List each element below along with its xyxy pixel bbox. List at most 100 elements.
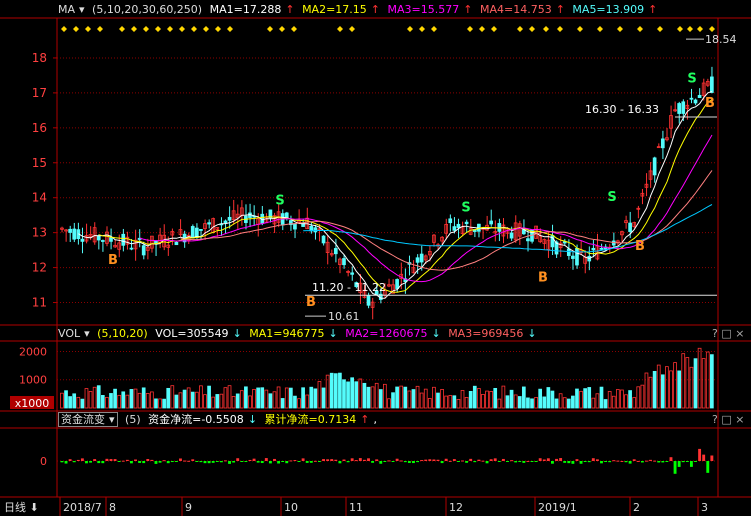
volume-bar xyxy=(338,372,342,409)
flow-bar xyxy=(129,461,133,464)
flow-bar xyxy=(444,458,448,461)
flow-bar xyxy=(526,460,530,462)
volume-bar xyxy=(660,374,665,409)
volume-bar xyxy=(117,394,122,409)
flow-bar xyxy=(215,461,219,462)
flow-bar xyxy=(72,461,76,463)
flow-bar xyxy=(628,461,632,464)
stock-chart[interactable]: 18 17 16 15 14 13 12 11 2000 1000 x1000 0 18.54 10.6… xyxy=(0,0,751,516)
volume-bar xyxy=(84,388,89,409)
candle-body xyxy=(628,222,632,232)
volume-bar xyxy=(550,390,555,409)
volume-bar xyxy=(297,398,301,409)
volume-bar xyxy=(366,386,371,409)
volume-bar xyxy=(248,395,252,409)
volume-bar xyxy=(513,394,518,409)
candle-body xyxy=(80,238,85,242)
x-tick-label: 11 xyxy=(349,501,363,514)
candle-body xyxy=(575,248,579,266)
volume-bar xyxy=(436,392,440,409)
flow-bar xyxy=(354,460,358,462)
signal-diamond xyxy=(337,26,343,32)
signal-diamond xyxy=(687,26,693,32)
volume-bar xyxy=(219,393,224,409)
candle-body xyxy=(366,295,371,306)
flow-bar xyxy=(608,461,612,463)
candle-body xyxy=(697,94,702,98)
candle-body xyxy=(100,240,105,242)
flow-bar xyxy=(309,461,313,463)
volume-bar xyxy=(166,387,171,409)
volume-bar xyxy=(427,398,432,409)
signal-diamond xyxy=(267,26,273,32)
flow-bar xyxy=(518,461,522,462)
flow-bar xyxy=(452,459,456,461)
volume-bar xyxy=(472,385,477,409)
candle-body xyxy=(350,272,354,275)
flow-bar xyxy=(301,458,305,461)
signal-diamond xyxy=(291,26,297,32)
volume-bar xyxy=(268,393,273,409)
y-tick-label: 18 xyxy=(32,51,47,65)
price-annotations: 18.5410.6111.20 - 11.2216.30 - 16.33BSBS… xyxy=(61,26,737,323)
x-tick-label: 2018/7 xyxy=(63,501,102,514)
volume-bar xyxy=(276,386,281,409)
volume-bar xyxy=(362,382,367,409)
flow-bar xyxy=(244,461,248,462)
signal-diamond xyxy=(597,26,603,32)
volume-bar xyxy=(105,396,109,409)
flow-bar xyxy=(710,455,714,461)
flow-bar xyxy=(546,458,550,461)
candle-body xyxy=(321,235,326,244)
flow-bar xyxy=(207,461,211,464)
volume-bar xyxy=(648,376,653,409)
flow-bar xyxy=(657,461,661,463)
flow-bar xyxy=(158,461,162,463)
volume-bar xyxy=(571,395,575,409)
volume-bar xyxy=(468,390,473,409)
buy-marker: B xyxy=(538,271,548,286)
flow-bar xyxy=(297,461,301,462)
flow-bar xyxy=(134,459,137,461)
flow-bar xyxy=(179,458,182,461)
flow-bar xyxy=(154,461,158,464)
flow-bar xyxy=(420,460,424,462)
volume-bar xyxy=(632,397,637,409)
volume-bar xyxy=(497,398,502,409)
volume-bar xyxy=(411,389,416,409)
flow-bar xyxy=(689,461,693,467)
candle-body xyxy=(141,245,146,256)
volume-bar xyxy=(293,395,297,409)
candle-body xyxy=(342,258,346,266)
flow-bar xyxy=(407,461,411,463)
volume-bar xyxy=(554,398,559,409)
flow-bar xyxy=(358,458,362,461)
volume-bar xyxy=(652,370,657,409)
volume-bar xyxy=(133,388,138,409)
volume-bar xyxy=(199,385,203,409)
volume-bar xyxy=(677,370,682,409)
period-selector[interactable]: 日线 ⬇ xyxy=(4,500,39,514)
volume-bar xyxy=(223,387,228,409)
unit-label: x1000 xyxy=(15,397,50,410)
volume-bar xyxy=(611,395,616,409)
volume-bar xyxy=(288,387,293,409)
volume-bar xyxy=(203,394,207,409)
volume-bar xyxy=(505,395,510,409)
volume-bar xyxy=(432,386,436,409)
volume-bar xyxy=(301,387,305,409)
candle-body xyxy=(571,255,575,259)
volume-bar xyxy=(530,398,534,409)
volume-bar xyxy=(231,395,236,409)
volume-bar xyxy=(239,390,244,409)
buy-marker: B xyxy=(705,96,715,111)
volume-bar xyxy=(186,387,191,409)
volume-bar xyxy=(207,385,211,409)
volume-bar xyxy=(673,362,677,409)
volume-bar xyxy=(264,389,269,409)
flow-bar xyxy=(579,461,583,464)
y-tick-label: 1000 xyxy=(19,374,47,387)
flow-bar xyxy=(142,461,146,464)
flow-bar xyxy=(101,461,105,464)
sell-marker: S xyxy=(275,194,284,209)
